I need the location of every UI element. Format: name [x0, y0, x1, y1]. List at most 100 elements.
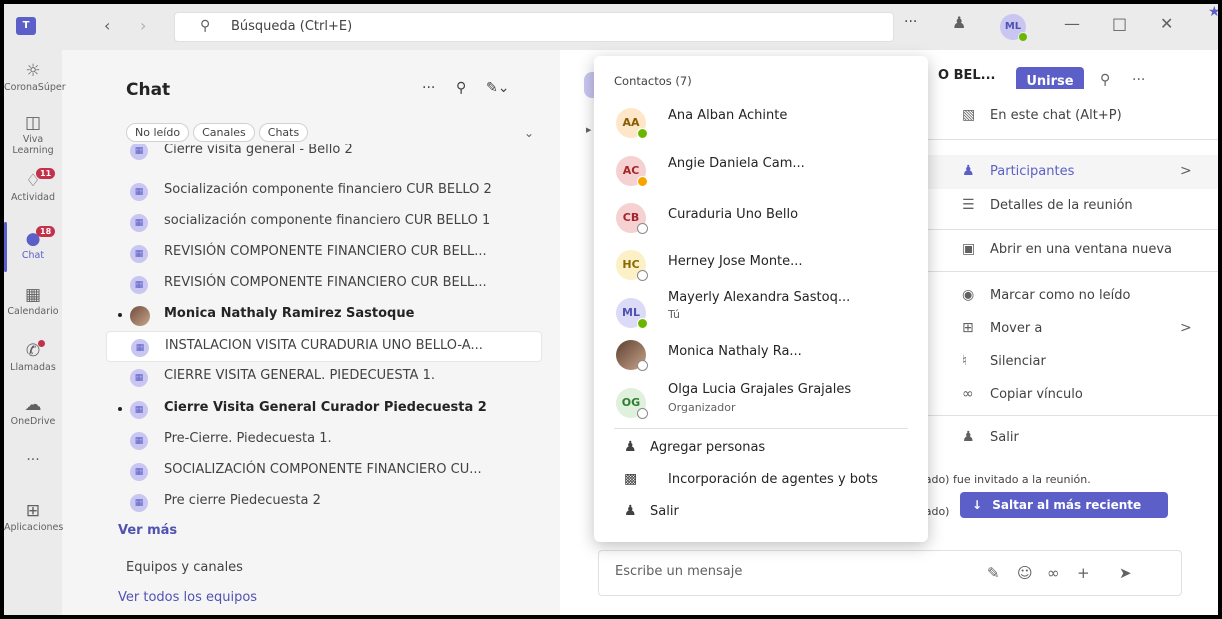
- loop-icon[interactable]: ∞: [1047, 564, 1060, 582]
- list-item-label: SOCIALIZACIÓN COMPONENTE FINANCIERO CU..…: [164, 462, 482, 477]
- list-item[interactable]: ▦ Cierre Visita General Curador Piedecue…: [106, 394, 560, 425]
- rail-item-chat[interactable]: ● 18 Chat: [4, 226, 62, 261]
- rail-item-onedrive[interactable]: ☁ OneDrive: [4, 394, 62, 427]
- avatar[interactable]: ML: [1000, 14, 1028, 42]
- list-item[interactable]: ▦ Socialización componente financiero CU…: [106, 176, 560, 207]
- phone-icon: ✆: [25, 341, 41, 361]
- message-compose-box[interactable]: Escribe un mensaje ✎ ☺ ∞ + ➤: [598, 550, 1182, 596]
- contacts-title: Contactos (7): [614, 74, 692, 88]
- list-item-label: REVISIÓN COMPONENTE FINANCIERO CUR BELL.…: [164, 244, 487, 259]
- activity-badge: 11: [36, 168, 56, 179]
- list-item[interactable]: ▦ CIERRE VISITA GENERAL. PIEDECUESTA 1.: [106, 362, 560, 393]
- rail-item-llamadas[interactable]: ✆ Llamadas: [4, 340, 62, 373]
- avatar-initials: ML: [1004, 21, 1022, 32]
- menu-item-label: Copiar vínculo: [990, 387, 1083, 402]
- mute-icon: ♮: [962, 353, 968, 369]
- search-input[interactable]: ⚲ Búsqueda (Ctrl+E): [174, 12, 894, 42]
- menu-item-new-window[interactable]: ▣ Abrir en una ventana nueva: [928, 233, 1218, 267]
- search-icon[interactable]: ⚲: [456, 80, 466, 96]
- filter-unread[interactable]: No leído: [126, 123, 190, 142]
- more-options-menu: ▧ En este chat (Alt+P) ♟ Participantes >…: [927, 89, 1218, 449]
- list-item[interactable]: ▦ Cierre visita general - Bello 2: [106, 144, 560, 164]
- action-label: Agregar personas: [650, 440, 766, 455]
- more-options-icon[interactable]: ···: [904, 14, 917, 30]
- meeting-icon: ▦: [130, 214, 148, 232]
- menu-item-move-to[interactable]: ⊞ Mover a >: [928, 312, 1218, 346]
- see-more-link[interactable]: Ver más: [118, 523, 177, 538]
- search-icon[interactable]: ⚲: [1100, 72, 1110, 88]
- emoji-icon[interactable]: ☺: [1017, 564, 1033, 582]
- list-item-selected[interactable]: ▦ INSTALACION VISITA CURADURIA UNO BELLO…: [106, 331, 542, 362]
- menu-item-leave[interactable]: ♟ Salir: [928, 421, 1218, 455]
- menu-item-mute[interactable]: ♮ Silenciar: [928, 345, 1218, 379]
- jump-to-latest-label: Saltar al más reciente: [992, 498, 1142, 512]
- rail-item-coronasuper[interactable]: ☼ CoronaSúper: [4, 60, 66, 93]
- compose-placeholder: Escribe un mensaje: [615, 564, 743, 579]
- contact-name: Ana Alban Achinte: [668, 108, 788, 123]
- window-icon: ▣: [962, 241, 976, 257]
- avatar: CB: [616, 203, 648, 234]
- jump-to-latest-button[interactable]: ↓ Saltar al más reciente: [960, 492, 1168, 518]
- list-item[interactable]: ▦ SOCIALIZACIÓN COMPONENTE FINANCIERO CU…: [106, 456, 560, 487]
- filter-channels[interactable]: Canales: [193, 123, 255, 142]
- maximize-button[interactable]: □: [1112, 14, 1127, 33]
- forward-icon[interactable]: ›: [140, 16, 146, 35]
- expand-arrow-icon[interactable]: ▶: [586, 126, 591, 134]
- close-button[interactable]: ✕: [1160, 14, 1173, 33]
- rail-item-calendario[interactable]: ▦ Calendario: [4, 284, 62, 317]
- format-icon[interactable]: ✎: [987, 564, 1000, 582]
- action-label: Incorporación de agentes y bots: [668, 472, 878, 487]
- send-icon[interactable]: ➤: [1119, 564, 1132, 582]
- contact-item[interactable]: ML Mayerly Alexandra Sastoq... Tú: [594, 286, 928, 334]
- rail-item-more[interactable]: ···: [4, 452, 62, 468]
- minimize-button[interactable]: —: [1064, 14, 1080, 33]
- contact-item[interactable]: CB Curaduria Uno Bello: [594, 195, 928, 243]
- divider: [928, 415, 1218, 416]
- list-item[interactable]: ▦ REVISIÓN COMPONENTE FINANCIERO CUR BEL…: [106, 238, 560, 269]
- more-options-icon[interactable]: ···: [1132, 72, 1145, 88]
- rail-item-actividad[interactable]: ♢ 11 Actividad: [4, 168, 62, 203]
- unread-dot: [118, 407, 122, 411]
- menu-item-mark-unread[interactable]: ◉ Marcar como no leído: [928, 279, 1218, 313]
- contact-item[interactable]: HC Herney Jose Monte...: [594, 242, 928, 290]
- rail-item-aplicaciones[interactable]: ⊞ Aplicaciones: [4, 500, 63, 533]
- meeting-icon: ▦: [130, 463, 148, 481]
- avatar: [130, 306, 150, 326]
- new-chat-icon[interactable]: ✎⌄: [486, 80, 509, 96]
- rail-item-viva-learning[interactable]: ◫ Viva Learning: [4, 112, 62, 156]
- people-icon[interactable]: ♟: [952, 13, 966, 32]
- search-placeholder: Búsqueda (Ctrl+E): [231, 19, 353, 34]
- menu-item-participants[interactable]: ♟ Participantes >: [928, 155, 1218, 189]
- learning-icon: ◫: [24, 113, 42, 133]
- contact-item[interactable]: AC Angie Daniela Cam...: [594, 148, 928, 196]
- menu-item-open-in-chat[interactable]: ▧ En este chat (Alt+P): [928, 99, 1218, 133]
- contact-item[interactable]: Monica Nathaly Ra...: [594, 332, 928, 380]
- contact-item[interactable]: AA Ana Alban Achinte: [594, 100, 928, 148]
- list-item[interactable]: Monica Nathaly Ramirez Sastoque: [106, 300, 560, 331]
- add-bots-button[interactable]: ▩ Incorporación de agentes y bots: [594, 466, 928, 496]
- teams-channels-heading[interactable]: Equipos y canales: [126, 560, 243, 575]
- list-item[interactable]: ▦ Pre cierre Piedecuesta 2: [106, 487, 560, 518]
- contact-name: Monica Nathaly Ra...: [668, 344, 802, 359]
- list-item-label: CIERRE VISITA GENERAL. PIEDECUESTA 1.: [164, 368, 435, 383]
- back-icon[interactable]: ‹: [104, 16, 110, 35]
- list-item[interactable]: ▦ Pre-Cierre. Piedecuesta 1.: [106, 425, 560, 456]
- calendar-icon: ▦: [24, 285, 42, 305]
- menu-item-label: Marcar como no leído: [990, 288, 1131, 303]
- see-all-teams-link[interactable]: Ver todos los equipos: [118, 590, 257, 605]
- rail-label: OneDrive: [10, 416, 56, 427]
- presence-offline-icon: [637, 360, 648, 371]
- add-people-button[interactable]: ♟ Agregar personas: [594, 434, 928, 464]
- menu-item-copy-link[interactable]: ∞ Copiar vínculo: [928, 378, 1218, 412]
- filter-chats[interactable]: Chats: [258, 123, 309, 142]
- meeting-icon: ▦: [130, 245, 148, 263]
- leave-button[interactable]: ♟ Salir: [594, 498, 928, 528]
- more-options-icon[interactable]: ···: [422, 80, 435, 96]
- plus-icon[interactable]: +: [1077, 564, 1090, 582]
- list-item[interactable]: ▦ socialización componente financiero CU…: [106, 207, 560, 238]
- list-item[interactable]: ▦ REVISIÓN COMPONENTE FINANCIERO CUR BEL…: [106, 269, 560, 300]
- contact-item[interactable]: OG Olga Lucia Grajales Grajales Organiza…: [594, 378, 928, 426]
- chevron-down-icon[interactable]: ⌄: [524, 126, 534, 140]
- menu-item-meeting-details[interactable]: ☰ Detalles de la reunión: [928, 189, 1218, 223]
- rail-label: Viva Learning: [12, 134, 54, 156]
